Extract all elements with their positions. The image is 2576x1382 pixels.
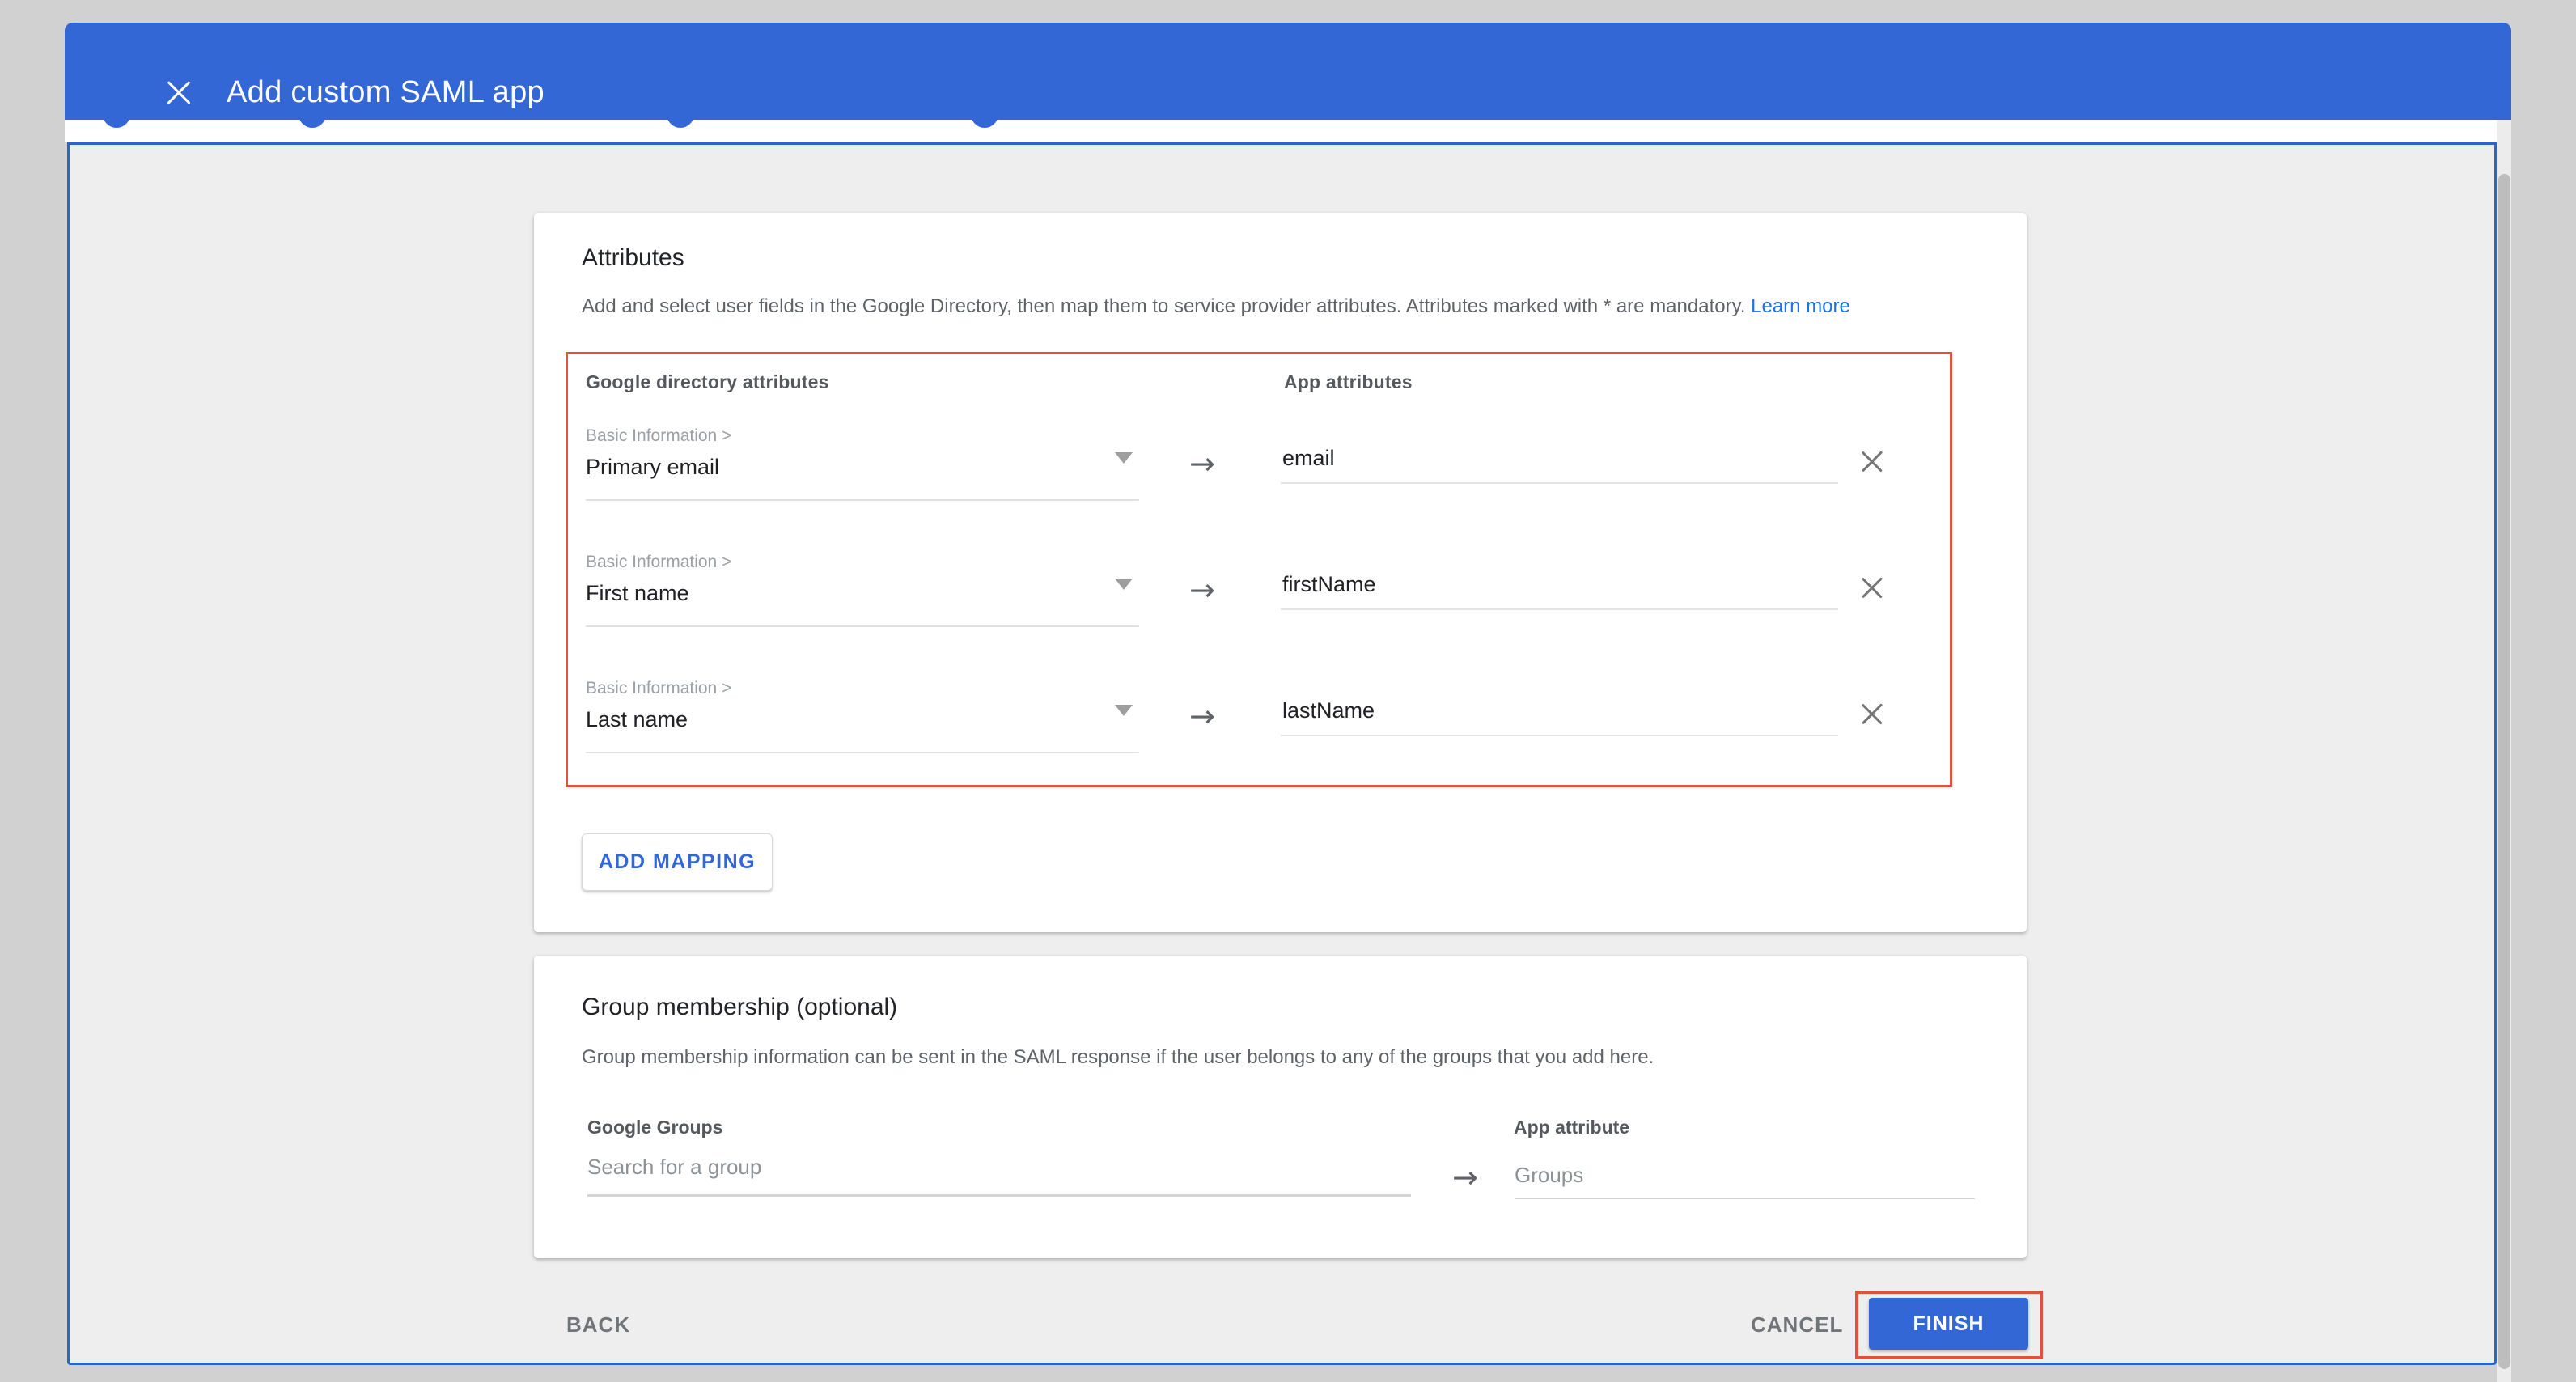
dropdown-arrow-icon[interactable] (1115, 452, 1133, 464)
attribute-category: Basic Information > (586, 679, 731, 698)
select-underline (586, 752, 1139, 753)
group-membership-description: Group membership information can be sent… (582, 1046, 1654, 1069)
google-attribute-select[interactable]: Basic Information > Last name (586, 679, 1139, 774)
mapping-row: Basic Information > First name → (568, 553, 1950, 679)
dialog-header: Add custom SAML app (65, 23, 2511, 120)
learn-more-link[interactable]: Learn more (1751, 295, 1850, 317)
dropdown-arrow-icon[interactable] (1115, 705, 1133, 716)
mapping-arrow-icon: → (1189, 698, 1215, 734)
attribute-category: Basic Information > (586, 553, 731, 572)
google-attribute-value: Primary email (586, 455, 719, 480)
attributes-card: Attributes Add and select user fields in… (534, 213, 2027, 932)
add-mapping-button[interactable]: ADD MAPPING (582, 833, 773, 891)
app-attribute-input[interactable] (1281, 446, 1838, 484)
close-icon[interactable] (165, 79, 193, 107)
back-button[interactable]: BACK (566, 1312, 630, 1337)
dialog-title: Add custom SAML app (227, 74, 544, 110)
stepper-strip (65, 120, 2511, 142)
app-attributes-column-header: App attributes (1284, 371, 1413, 393)
google-attribute-select[interactable]: Basic Information > First name (586, 553, 1139, 648)
mapping-arrow-icon: → (1452, 1159, 1478, 1195)
remove-mapping-icon[interactable] (1860, 575, 1884, 600)
remove-mapping-icon[interactable] (1860, 449, 1884, 473)
attributes-description-text: Add and select user fields in the Google… (582, 295, 1745, 317)
google-attribute-select[interactable]: Basic Information > Primary email (586, 426, 1139, 522)
attributes-title: Attributes (582, 244, 684, 272)
select-underline (586, 625, 1139, 627)
scrollbar-thumb[interactable] (2498, 174, 2510, 1369)
page: Add custom SAML app Attributes Add and s… (0, 0, 2576, 1382)
select-underline (586, 499, 1139, 501)
google-attributes-column-header: Google directory attributes (586, 371, 829, 393)
annotation-highlight-box: Google directory attributes App attribut… (566, 352, 1952, 787)
attributes-description: Add and select user fields in the Google… (582, 295, 1850, 318)
mapping-arrow-icon: → (1189, 572, 1215, 608)
attribute-category: Basic Information > (586, 426, 731, 446)
group-membership-card: Group membership (optional) Group member… (534, 956, 2027, 1258)
google-attribute-value: First name (586, 581, 689, 606)
remove-mapping-icon[interactable] (1860, 702, 1884, 726)
mapping-arrow-icon: → (1189, 446, 1215, 481)
app-attribute-input[interactable] (1281, 698, 1838, 736)
google-groups-label: Google Groups (587, 1117, 722, 1138)
finish-button[interactable]: FINISH (1869, 1298, 2028, 1350)
app-attribute-input[interactable] (1281, 572, 1838, 610)
cancel-button[interactable]: CANCEL (1751, 1312, 1843, 1337)
app-attribute-label: App attribute (1514, 1117, 1629, 1138)
mapping-row: Basic Information > Last name → (568, 679, 1950, 805)
mapping-row: Basic Information > Primary email → (568, 426, 1950, 553)
dropdown-arrow-icon[interactable] (1115, 579, 1133, 590)
group-search-input[interactable] (587, 1155, 1411, 1197)
group-membership-title: Group membership (optional) (582, 994, 897, 1021)
group-app-attribute-input[interactable] (1515, 1163, 1975, 1199)
google-attribute-value: Last name (586, 707, 688, 732)
annotation-highlight-finish: FINISH (1855, 1291, 2043, 1359)
